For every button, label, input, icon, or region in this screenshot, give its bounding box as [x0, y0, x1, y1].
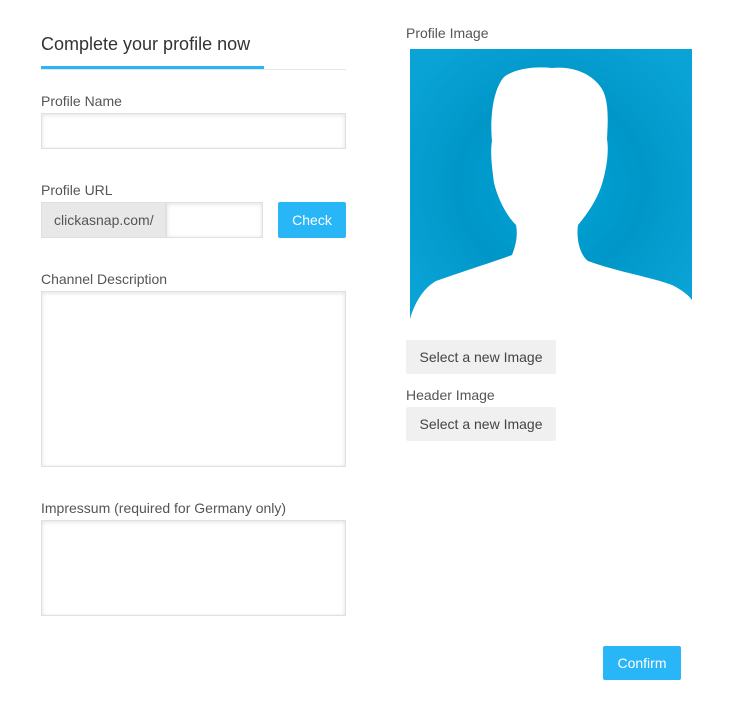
channel-description-textarea[interactable]	[41, 291, 346, 467]
profile-image-label: Profile Image	[406, 25, 489, 41]
profile-url-prefix: clickasnap.com/	[41, 202, 166, 238]
check-url-button[interactable]: Check	[278, 202, 346, 238]
person-silhouette-icon	[410, 49, 692, 331]
profile-url-input[interactable]	[166, 202, 263, 238]
impressum-textarea[interactable]	[41, 520, 346, 616]
select-profile-image-button[interactable]: Select a new Image	[406, 340, 556, 374]
confirm-button[interactable]: Confirm	[603, 646, 681, 680]
profile-url-label: Profile URL	[41, 182, 113, 198]
page-title: Complete your profile now	[41, 34, 251, 54]
profile-name-label: Profile Name	[41, 93, 122, 109]
select-header-image-button[interactable]: Select a new Image	[406, 407, 556, 441]
profile-image-preview	[410, 49, 692, 331]
header-image-label: Header Image	[406, 387, 495, 403]
title-underline-accent	[41, 66, 264, 69]
title-divider	[41, 69, 346, 70]
impressum-label: Impressum (required for Germany only)	[41, 500, 287, 516]
channel-description-label: Channel Description	[41, 271, 168, 287]
profile-name-input[interactable]	[41, 113, 346, 149]
